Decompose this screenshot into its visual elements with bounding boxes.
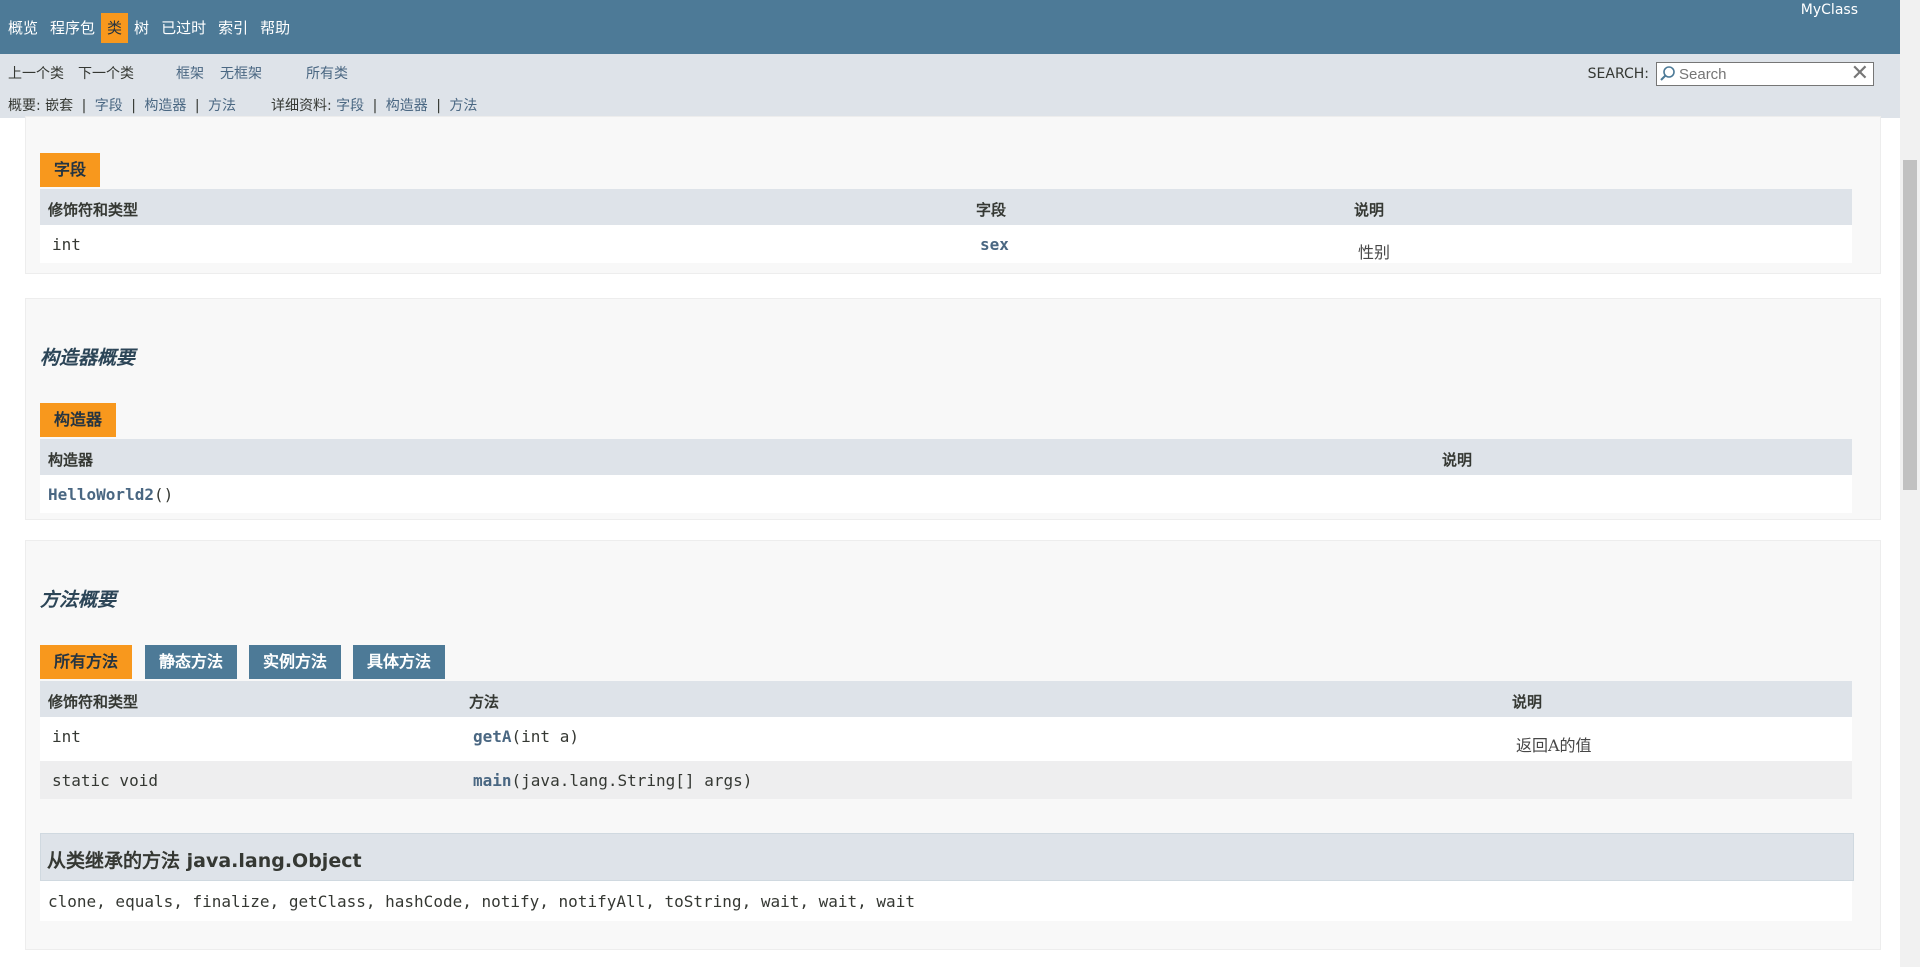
tab-concrete-methods[interactable]: 具体方法 (353, 645, 446, 679)
method-type: int (52, 727, 81, 746)
nav-help[interactable]: 帮助 (254, 13, 296, 43)
method-link-getA[interactable]: getA (473, 727, 512, 746)
table-row: HelloWorld2() (40, 475, 1852, 513)
field-table-header: 修饰符和类型 字段 说明 (40, 189, 1852, 225)
sub-nav-bar: 上一个类 下一个类 框架 无框架 所有类 概要: 嵌套 | 字段 | 构造器 |… (0, 54, 1900, 118)
constructor-summary-block: 构造器概要 构造器 构造器 说明 HelloWorld2() (25, 298, 1881, 520)
method-summary-title: 方法概要 (40, 589, 117, 611)
field-type: int (52, 235, 81, 254)
prev-class-link[interactable]: 上一个类 (8, 63, 64, 83)
detail-field-link[interactable]: 字段 (336, 98, 364, 114)
table-row: int getA(int a) 返回A的值 (40, 717, 1852, 761)
inherited-methods-header: 从类继承的方法 java.lang.Object (40, 833, 1854, 881)
close-icon[interactable]: ✕ (1851, 63, 1869, 85)
all-classes-link[interactable]: 所有类 (306, 63, 348, 83)
constructor-signature: HelloWorld2() (48, 485, 174, 504)
constructor-caption: 构造器 (40, 403, 117, 437)
tab-instance-methods[interactable]: 实例方法 (249, 645, 342, 679)
summary-constructor-link[interactable]: 构造器 (144, 98, 186, 114)
method-type: static void (52, 771, 158, 790)
main-content: 字段 修饰符和类型 字段 说明 int sex 性别 构造器概要 构造器 构造器… (0, 116, 1900, 967)
method-desc: 返回A的值 (1516, 736, 1592, 755)
vertical-scrollbar[interactable] (1900, 0, 1920, 967)
summary-field-link[interactable]: 字段 (95, 98, 123, 114)
col-modifier-type: 修饰符和类型 (48, 693, 139, 711)
tab-static-methods[interactable]: 静态方法 (145, 645, 238, 679)
table-row: static void main(java.lang.String[] args… (40, 761, 1852, 799)
field-desc: 性别 (1358, 243, 1391, 262)
col-field: 字段 (976, 201, 1007, 219)
brand-label: MyClass (1800, 2, 1858, 18)
nav-overview[interactable]: 概览 (2, 13, 44, 43)
sub-nav-row: 上一个类 下一个类 框架 无框架 所有类 (8, 63, 364, 83)
constructor-summary-title: 构造器概要 (40, 347, 136, 369)
inherited-methods-text[interactable]: clone, equals, finalize, getClass, hashC… (48, 892, 915, 911)
nav-tree[interactable]: 树 (128, 13, 155, 43)
frames-link[interactable]: 框架 (176, 63, 204, 83)
tab-all-methods[interactable]: 所有方法 (40, 645, 133, 679)
inherited-methods-title: 从类继承的方法 java.lang.Object (47, 850, 362, 872)
summary-method-link[interactable]: 方法 (208, 98, 236, 114)
detail-constructor-link[interactable]: 构造器 (386, 98, 428, 114)
search-label: SEARCH: (1587, 66, 1649, 82)
inherited-methods-list: clone, equals, finalize, getClass, hashC… (40, 881, 1852, 921)
col-modifier-type: 修饰符和类型 (48, 201, 139, 219)
search-box[interactable]: ✕ (1656, 62, 1874, 86)
col-desc: 说明 (1354, 201, 1385, 219)
method-signature: getA(int a) (473, 727, 579, 746)
method-table-header: 修饰符和类型 方法 说明 (40, 681, 1852, 717)
col-method: 方法 (469, 693, 500, 711)
col-constructor: 构造器 (48, 451, 94, 469)
nav-deprecated[interactable]: 已过时 (155, 13, 212, 43)
summary-label: 概要: 嵌套 (8, 98, 74, 114)
detail-method-link[interactable]: 方法 (449, 98, 477, 114)
method-summary-block: 方法概要 所有方法 静态方法 实例方法 具体方法 修饰符和类型 方法 说明 in… (25, 540, 1881, 950)
detail-label: 详细资料: (270, 98, 332, 114)
method-signature: main(java.lang.String[] args) (473, 771, 753, 790)
table-row: int sex 性别 (40, 225, 1852, 263)
nav-index[interactable]: 索引 (212, 13, 254, 43)
field-caption: 字段 (40, 153, 101, 187)
col-desc: 说明 (1512, 693, 1543, 711)
search-area: SEARCH: ✕ (1588, 62, 1874, 86)
constructor-table-header: 构造器 说明 (40, 439, 1852, 475)
noframes-link[interactable]: 无框架 (220, 63, 262, 83)
field-name-link[interactable]: sex (980, 235, 1009, 254)
constructor-link[interactable]: HelloWorld2 (48, 485, 154, 504)
next-class-link[interactable]: 下一个类 (78, 63, 134, 83)
summary-detail-row: 概要: 嵌套 | 字段 | 构造器 | 方法 详细资料: 字段 | 构造器 | … (8, 98, 478, 114)
nav-class[interactable]: 类 (101, 13, 129, 43)
nav-package[interactable]: 程序包 (44, 13, 101, 43)
field-summary-block: 字段 修饰符和类型 字段 说明 int sex 性别 (25, 116, 1881, 274)
search-input[interactable] (1679, 65, 1839, 83)
col-desc: 说明 (1442, 451, 1473, 469)
method-link-main[interactable]: main (473, 771, 512, 790)
top-nav-bar: 概览 程序包 类 树 已过时 索引 帮助 MyClass (0, 0, 1900, 54)
search-icon (1657, 63, 1679, 85)
scrollbar-thumb[interactable] (1903, 160, 1917, 490)
top-nav-menu: 概览 程序包 类 树 已过时 索引 帮助 (2, 13, 296, 43)
